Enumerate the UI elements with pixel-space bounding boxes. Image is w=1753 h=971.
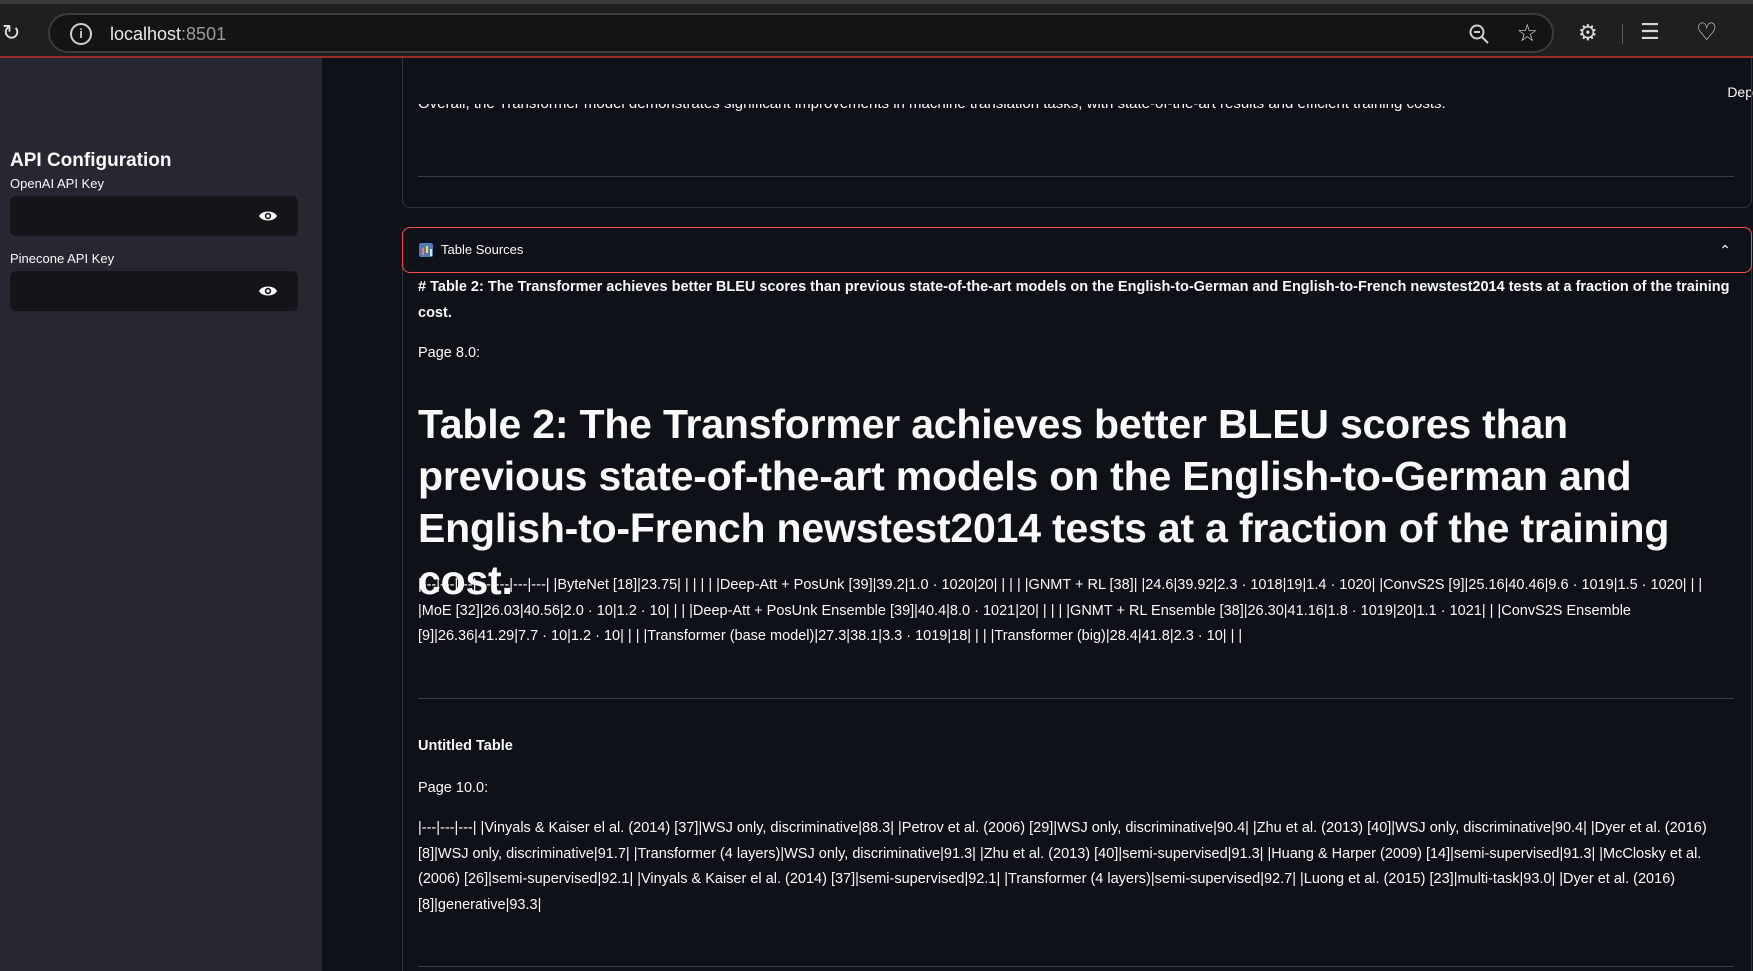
pinecone-key-input[interactable] <box>10 271 298 311</box>
summary-container <box>402 58 1752 208</box>
untitled-page: Page 10.0: <box>418 780 489 796</box>
openai-key-input[interactable] <box>10 196 298 236</box>
reload-icon[interactable]: ↻ <box>2 22 24 44</box>
table2-raw: |---|---|---|---|---|---|---| |ByteNet [… <box>418 577 1703 644</box>
favorites-icon[interactable]: ☰ <box>1640 19 1660 45</box>
pinecone-key-label: Pinecone API Key <box>10 251 115 266</box>
bookmark-star-icon[interactable]: ☆ <box>1516 19 1538 48</box>
bar-chart-icon <box>419 243 433 257</box>
site-info-icon[interactable]: i <box>70 23 92 45</box>
address-bar[interactable]: i localhost:8501 ☆ <box>48 13 1554 53</box>
openai-key-label: OpenAI API Key <box>10 176 104 191</box>
chevron-up-icon[interactable]: ⌃ <box>1719 242 1731 259</box>
url-host: localhost <box>110 24 182 44</box>
table2-markdown-title: # Table 2: The Transformer achieves bett… <box>418 279 1730 321</box>
untitled-table-title: Untitled Table <box>418 738 513 754</box>
browser-toolbar: ↻ i localhost:8501 ☆ ⚙ ☰ ♡ <box>0 0 1753 56</box>
expander-header[interactable]: Table Sources ⌃ <box>402 227 1752 273</box>
main-content: Dep Overall, the Transformer model demon… <box>322 58 1753 971</box>
table2-page: Page 8.0: <box>418 345 481 361</box>
zoom-out-icon[interactable] <box>1468 23 1490 45</box>
untitled-raw: |---|---|---| |Vinyals & Kaiser el al. (… <box>418 820 1707 913</box>
url-text[interactable]: localhost:8501 <box>110 24 226 45</box>
summary-text-content: Overall, the Transformer model demonstra… <box>418 104 1446 112</box>
browser-essentials-icon[interactable]: ♡ <box>1696 18 1718 47</box>
show-password-icon[interactable] <box>258 208 278 224</box>
expander-label: Table Sources <box>441 242 524 257</box>
toolbar-divider <box>1622 24 1623 44</box>
divider <box>418 176 1734 177</box>
sidebar-title: API Configuration <box>10 150 172 171</box>
divider <box>418 698 1734 699</box>
show-password-icon[interactable] <box>258 283 278 299</box>
summary-text: Overall, the Transformer model demonstra… <box>418 104 1446 114</box>
sidebar: API Configuration OpenAI API Key Pinecon… <box>0 58 322 971</box>
extensions-icon[interactable]: ⚙ <box>1578 20 1598 46</box>
divider <box>418 966 1734 967</box>
url-port: :8501 <box>181 24 227 44</box>
